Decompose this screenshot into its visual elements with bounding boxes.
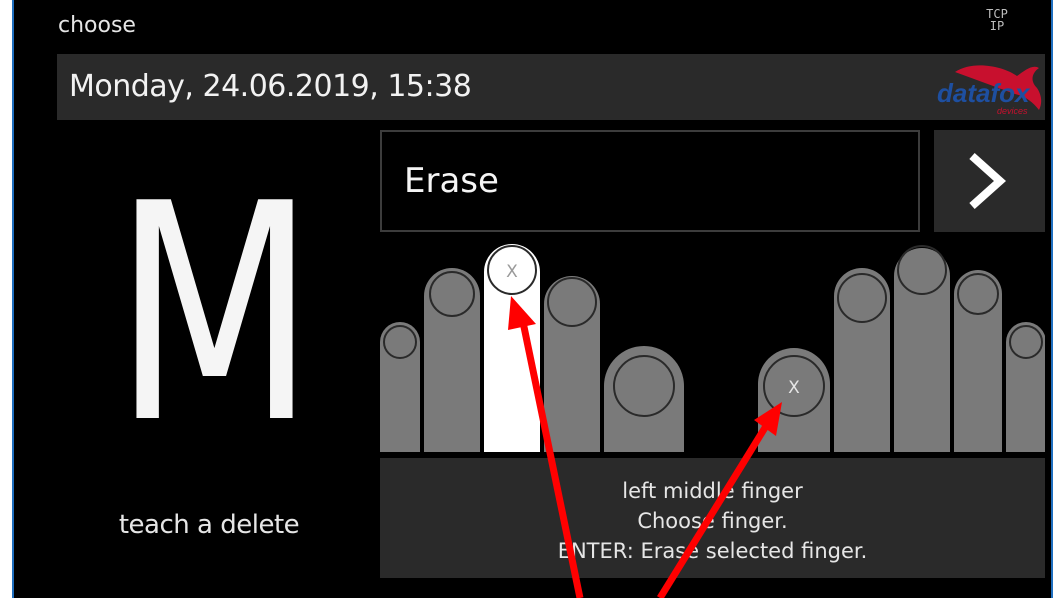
- enrolled-marker: X: [506, 262, 518, 282]
- window-border-right: [1051, 0, 1053, 598]
- info-panel: left middle finger Choose finger. ENTER:…: [380, 458, 1045, 578]
- enrolled-marker: X: [788, 378, 800, 398]
- logo-subtext: devices: [997, 106, 1028, 116]
- mode-letter: M: [113, 140, 316, 489]
- finger-right-ring[interactable]: [954, 270, 1002, 452]
- action-selector[interactable]: Erase: [380, 130, 920, 232]
- finger-left-little[interactable]: [380, 322, 420, 452]
- action-label: Erase: [404, 161, 499, 201]
- finger-left-ring[interactable]: [424, 268, 480, 452]
- date-time: Monday, 24.06.2019, 15:38: [69, 69, 472, 104]
- finger-left-index[interactable]: [544, 276, 600, 452]
- finger-right-thumb[interactable]: X: [758, 348, 830, 452]
- mode-label: choose: [58, 13, 136, 38]
- enter-hint-text: ENTER: Erase selected finger.: [557, 539, 868, 563]
- chevron-right-icon: [969, 153, 1007, 209]
- finger-right-index[interactable]: [834, 268, 890, 452]
- mode-caption: teach a delete: [118, 510, 300, 540]
- finger-right-middle[interactable]: [894, 245, 950, 452]
- finger-left-thumb[interactable]: [604, 346, 684, 452]
- logo-wordmark: datafox: [937, 78, 1031, 108]
- datafox-logo: datafox devices: [937, 65, 1042, 116]
- status-bar: Monday, 24.06.2019, 15:38 datafox device…: [57, 54, 1045, 120]
- terminal-screen: choose TCP IP Monday, 24.06.2019, 15:38 d…: [14, 0, 1051, 598]
- finger-left-middle[interactable]: X: [484, 244, 540, 452]
- finger-selector: X X: [380, 244, 1045, 452]
- instruction-text: Choose finger.: [637, 509, 788, 533]
- finger-right-little[interactable]: [1006, 322, 1045, 452]
- tcp-ip-indicator: TCP IP: [986, 7, 1008, 33]
- selected-finger-text: left middle finger: [622, 479, 803, 503]
- next-button[interactable]: [934, 130, 1045, 232]
